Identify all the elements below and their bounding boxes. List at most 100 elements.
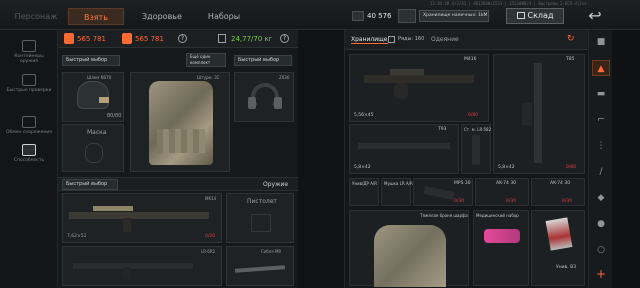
stash-item-mps30[interactable]: MPS 30 0/30	[413, 178, 473, 206]
money-display: 40 576	[352, 9, 392, 22]
weight-bar: 565 781 565 781 ? 24,77/70 кг ?	[58, 30, 298, 48]
stash-item-t85[interactable]: T85 5,8×42 0/80	[493, 54, 585, 174]
armor-icon[interactable]: ▲	[592, 60, 610, 76]
knife-slot[interactable]: Сабля M9	[226, 246, 294, 286]
money-value: 40 576	[367, 11, 392, 20]
sort-icon[interactable]: ↻	[567, 34, 575, 44]
safe-icon	[398, 8, 416, 23]
helmet-slot[interactable]: Шлем NS70 80/80	[62, 72, 124, 122]
rifle-scope-icon	[93, 206, 133, 211]
quick-select-weapons[interactable]: Быстрый выбор	[62, 179, 118, 190]
stash-item-t93[interactable]: T93 5,8×42	[349, 124, 459, 174]
check-icon	[22, 74, 36, 86]
rifle-icon[interactable]: ▬	[592, 86, 610, 102]
pistol-icon[interactable]: ⌐	[592, 112, 610, 128]
stock-icon	[472, 135, 480, 165]
stash-item-grip[interactable]: Унив/ДР A/R	[349, 178, 379, 206]
item-ammo: 5,56×45	[354, 113, 374, 118]
rows-icon	[388, 36, 395, 43]
primary-count: 0/20	[205, 234, 216, 239]
item-name: Медицинский набор	[476, 213, 519, 218]
help-icon[interactable]: ?	[178, 34, 187, 43]
primary-weapon-slot[interactable]: MK14 7,62×51 0/20	[62, 193, 222, 243]
weight-help-icon[interactable]: ?	[280, 34, 289, 43]
item-name: MPS 30	[454, 181, 471, 186]
helmet-name: Шлем NS70	[87, 75, 112, 80]
misc-icon[interactable]: ○	[592, 242, 610, 258]
back-arrow-icon[interactable]: ↩	[580, 6, 610, 26]
sidebar-gear-swap[interactable]: Обмен снаряжения	[6, 116, 52, 135]
item-name: AK-74 30	[496, 181, 517, 186]
tab-take[interactable]: Взять	[68, 8, 124, 25]
bullpup-rifle-icon	[534, 63, 542, 163]
tab-clothing[interactable]: Одеяние	[431, 36, 459, 43]
sidebar-label: Контейнеры оружия	[14, 54, 44, 64]
pistol-slot[interactable]: Пистолет	[226, 193, 294, 243]
debug-hud: 12:34:28 4/2/31 | 8615600/1531 | 1521080…	[430, 1, 587, 6]
drum-mag-icon	[394, 83, 408, 99]
heavy-armor-icon	[374, 225, 446, 287]
tab-health[interactable]: Здоровье	[134, 8, 190, 25]
sidebar-ability[interactable]: Способность	[6, 144, 52, 163]
weapons-label: Оружие	[263, 181, 289, 188]
item-name: Унив. ВЗ	[556, 265, 577, 270]
stash-item-ak74-a[interactable]: AK-74 30 0/30	[475, 178, 529, 206]
bullpup-mag-icon	[522, 103, 532, 125]
left-sidebar: Контейнеры оружия Быстрые проверки Обмен…	[0, 30, 58, 288]
top-bar: 12:34:28 4/2/31 | 8615600/1531 | 1521080…	[0, 0, 640, 30]
item-name: Ст. м. LR-582	[464, 127, 492, 132]
shield-icon[interactable]: ◆	[592, 190, 610, 206]
ability-icon	[22, 144, 36, 156]
storage-cash-display[interactable]: Хранилище наличных: 1kM	[398, 8, 489, 23]
knife-icon[interactable]: ∕	[592, 164, 610, 180]
stash-item-m416[interactable]: M416 5,56×45 0/80	[349, 54, 489, 122]
item-count: 0/30	[562, 199, 573, 204]
rifle-body-icon	[69, 212, 209, 219]
extra-kit-button[interactable]: Ещё один комплект	[186, 53, 226, 67]
secondary-weapon-slot[interactable]: LR-6R2	[62, 246, 222, 286]
sidebar-quick-checks[interactable]: Быстрые проверки	[6, 74, 52, 93]
vest-pouches-icon	[157, 129, 205, 153]
headset-slot[interactable]: Z036	[234, 72, 294, 122]
vest-weight-icon	[122, 33, 132, 44]
category-bar: ■ ▲ ▬ ⌐ ⋮ ∕ ◆ ● ○ +	[588, 30, 612, 288]
money-icon	[352, 10, 364, 21]
backpack-icon[interactable]: ■	[592, 34, 610, 50]
stash-item-ak74-b[interactable]: AK-74 30 0/30	[531, 178, 585, 206]
item-ammo: 5,8×42	[354, 165, 371, 170]
stash-item-sight[interactable]: Мушка LR A/R	[381, 178, 413, 206]
item-name: AK-74 30	[550, 181, 571, 186]
tab-kits[interactable]: Наборы	[196, 8, 252, 25]
stash-panel: Хранилище Ряды: 160 Одеяние ↻ M416 5,56×…	[344, 30, 589, 288]
item-name: T85	[566, 57, 575, 62]
rifle-icon	[358, 143, 450, 149]
item-ammo: 5,8×42	[498, 165, 515, 170]
storage-cash-label: Хранилище наличных: 1kM	[419, 9, 489, 22]
stash-item-medkit[interactable]: Медицинский набор	[473, 210, 529, 286]
quick-select-top[interactable]: Быстрый выбор	[62, 55, 120, 66]
tab-storage[interactable]: Хранилище	[351, 36, 388, 44]
stash-item-stock[interactable]: Ст. м. LR-582	[461, 124, 491, 174]
camo-mag-icon	[545, 217, 573, 251]
medkit-icon	[484, 229, 520, 243]
item-name: Мушка LR A/R	[384, 181, 413, 186]
stash-button[interactable]: Склад	[506, 8, 564, 24]
vest-slot[interactable]: Штурм. ЗС	[130, 72, 230, 172]
add-icon[interactable]: +	[592, 266, 610, 282]
vest-name: Штурм. ЗС	[197, 75, 220, 80]
sidebar-weapon-containers[interactable]: Контейнеры оружия	[6, 40, 52, 64]
mask-slot[interactable]: Маска	[62, 124, 124, 172]
stash-item-heavy-armor[interactable]: Тяжелая броня шарфа	[349, 210, 469, 287]
grenade-icon[interactable]: ●	[592, 216, 610, 232]
stash-item-universal[interactable]: Унив. ВЗ	[531, 210, 585, 286]
pistol-label: Пистолет	[247, 198, 277, 205]
stash-header: Хранилище Ряды: 160 Одеяние ↻	[345, 30, 589, 50]
item-name: Тяжелая броня шарфа	[420, 213, 468, 218]
rifle-icon	[364, 75, 474, 83]
weapons-header: Быстрый выбор Оружие	[58, 177, 298, 191]
quick-select-helmet[interactable]: Быстрый выбор	[234, 55, 292, 66]
warehouse-icon	[516, 12, 525, 19]
ammo-icon[interactable]: ⋮	[592, 138, 610, 154]
tab-character[interactable]: Персонаж	[8, 8, 64, 25]
rifle-mag-icon	[123, 218, 131, 232]
